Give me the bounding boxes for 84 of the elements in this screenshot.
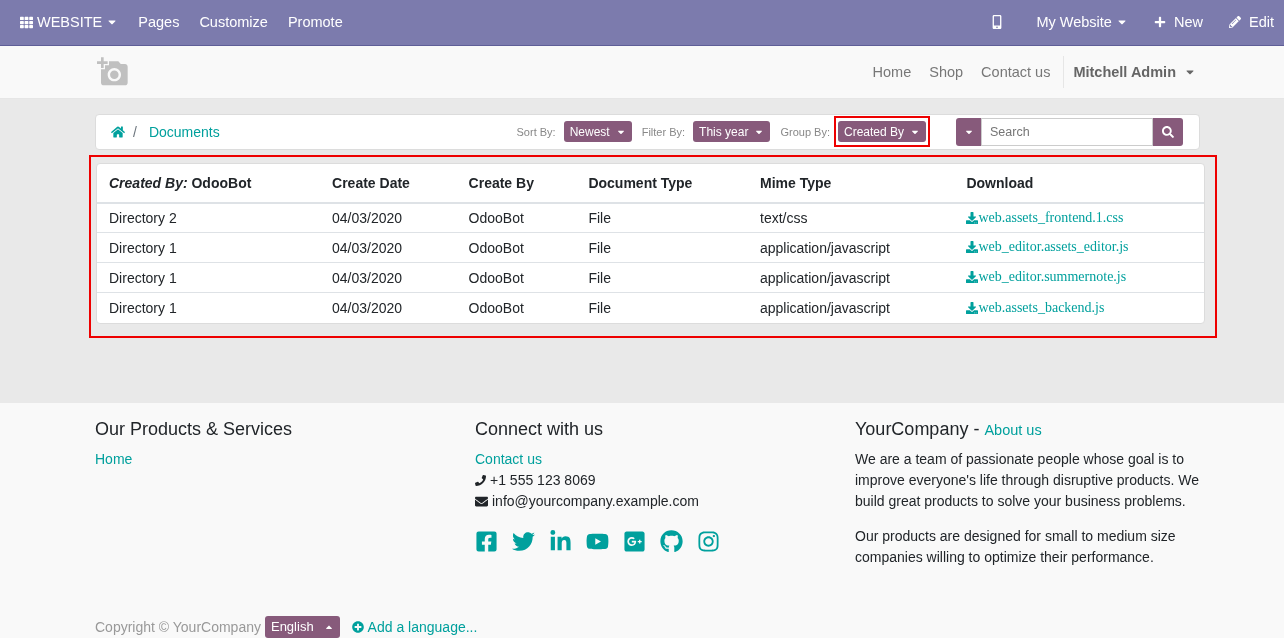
footer-title: YourCompany bbox=[855, 419, 969, 440]
table-cell: File bbox=[576, 233, 748, 263]
table-cell: Directory 1 bbox=[97, 263, 321, 293]
camera-logo-icon bbox=[97, 55, 129, 88]
footer-link[interactable]: Contact us bbox=[475, 449, 855, 470]
column-header: Document Type bbox=[576, 164, 748, 203]
app-menu-button[interactable]: WEBSITE bbox=[10, 14, 129, 31]
breadcrumb-link[interactable]: Documents bbox=[148, 124, 220, 140]
table-cell: Directory 1 bbox=[97, 293, 321, 323]
table-cell: application/javascript bbox=[748, 263, 955, 293]
new-button[interactable]: New bbox=[1143, 14, 1213, 31]
search-icon bbox=[1162, 126, 1174, 138]
phone-number: +1 555 123 8069 bbox=[490, 471, 596, 490]
title-separator: - bbox=[973, 419, 980, 440]
download-link[interactable]: web.assets_frontend.1.css bbox=[966, 209, 1124, 226]
github-icon[interactable] bbox=[660, 530, 683, 553]
footer-title: Connect with us bbox=[475, 419, 605, 440]
filter-label: Filter By: bbox=[641, 126, 686, 138]
filter-dropdown[interactable]: This year bbox=[693, 121, 771, 143]
copyright-text: Copyright © YourCompany bbox=[95, 619, 261, 635]
column-header: Created By: OdooBot bbox=[97, 164, 321, 203]
nav-link[interactable]: Shop bbox=[920, 63, 973, 80]
table-cell: 04/03/2020 bbox=[320, 293, 457, 323]
download-icon bbox=[966, 301, 979, 314]
download-link[interactable]: web_editor.assets_editor.js bbox=[966, 239, 1129, 256]
email-address: info@yourcompany.example.com bbox=[492, 492, 699, 511]
table-cell: OdooBot bbox=[456, 203, 577, 233]
table-cell: OdooBot bbox=[456, 293, 577, 323]
breadcrumb-separator: / bbox=[133, 124, 137, 140]
download-icon bbox=[966, 271, 979, 284]
envelope-icon bbox=[475, 495, 488, 508]
about-paragraph: We are a team of passionate people whose goal is to improve everyone's life through disruptive products. We build great products to solve your business problems. bbox=[855, 450, 1201, 511]
filter-dropdown[interactable]: Newest bbox=[563, 121, 632, 143]
table-cell: 04/03/2020 bbox=[320, 233, 457, 263]
search-button[interactable] bbox=[1153, 118, 1183, 146]
column-header: Download bbox=[954, 164, 1204, 203]
add-language-link[interactable]: Add a language... bbox=[351, 619, 478, 635]
table-cell: Directory 1 bbox=[97, 233, 321, 263]
admin-menu-item[interactable]: Customize bbox=[189, 14, 278, 31]
nav-link[interactable]: Contact us bbox=[972, 63, 1060, 80]
footer-title: Our Products & Services bbox=[95, 419, 294, 440]
table-cell: File bbox=[576, 203, 748, 233]
filter-label: Sort By: bbox=[516, 126, 556, 138]
phone-icon bbox=[475, 475, 486, 486]
nav-link[interactable]: Home bbox=[863, 63, 921, 80]
table-cell: File bbox=[576, 293, 748, 323]
admin-menu-item[interactable]: Promote bbox=[277, 14, 353, 31]
column-header: Create Date bbox=[320, 164, 457, 203]
instagram-icon[interactable] bbox=[697, 530, 720, 553]
table-cell: Directory 2 bbox=[97, 203, 321, 233]
footer-link[interactable]: Home bbox=[95, 449, 475, 470]
download-icon bbox=[966, 241, 979, 254]
twitter-icon[interactable] bbox=[512, 530, 535, 553]
home-icon[interactable] bbox=[111, 125, 125, 139]
user-menu[interactable]: Mitchell Admin bbox=[1063, 55, 1205, 88]
table-cell: OdooBot bbox=[456, 233, 577, 263]
search-options-button[interactable] bbox=[956, 118, 981, 146]
google-plus-icon[interactable] bbox=[623, 530, 646, 553]
about-link[interactable]: About us bbox=[984, 422, 1042, 438]
admin-menu-item[interactable]: Pages bbox=[128, 14, 190, 31]
download-link[interactable]: web_editor.summernote.js bbox=[966, 269, 1127, 286]
filter-dropdown[interactable]: Created By bbox=[837, 121, 926, 143]
plus-icon bbox=[1153, 16, 1166, 29]
table-cell: application/javascript bbox=[748, 293, 955, 323]
website-switcher[interactable]: My Website bbox=[1026, 14, 1138, 31]
download-icon bbox=[966, 211, 979, 224]
table-cell: text/css bbox=[748, 203, 955, 233]
pencil-icon bbox=[1228, 16, 1241, 29]
filter-label: Group By: bbox=[780, 126, 830, 138]
table-cell: File bbox=[576, 263, 748, 293]
edit-button[interactable]: Edit bbox=[1218, 14, 1284, 31]
table-cell: application/javascript bbox=[748, 233, 955, 263]
grid-icon bbox=[20, 15, 33, 29]
table-cell: 04/03/2020 bbox=[320, 203, 457, 233]
facebook-icon[interactable] bbox=[475, 530, 498, 553]
linkedin-icon[interactable] bbox=[549, 530, 572, 553]
column-header: Mime Type bbox=[748, 164, 955, 203]
about-paragraph: Our products are designed for small to medium size companies willing to optimize their performance. bbox=[855, 527, 1177, 567]
table-cell: 04/03/2020 bbox=[320, 263, 457, 293]
search-field[interactable]: Search bbox=[981, 118, 1153, 146]
language-dropdown[interactable]: English bbox=[264, 616, 340, 638]
column-header: Create By bbox=[456, 164, 577, 203]
table-cell: OdooBot bbox=[456, 263, 577, 293]
download-link[interactable]: web.assets_backend.js bbox=[966, 299, 1105, 316]
